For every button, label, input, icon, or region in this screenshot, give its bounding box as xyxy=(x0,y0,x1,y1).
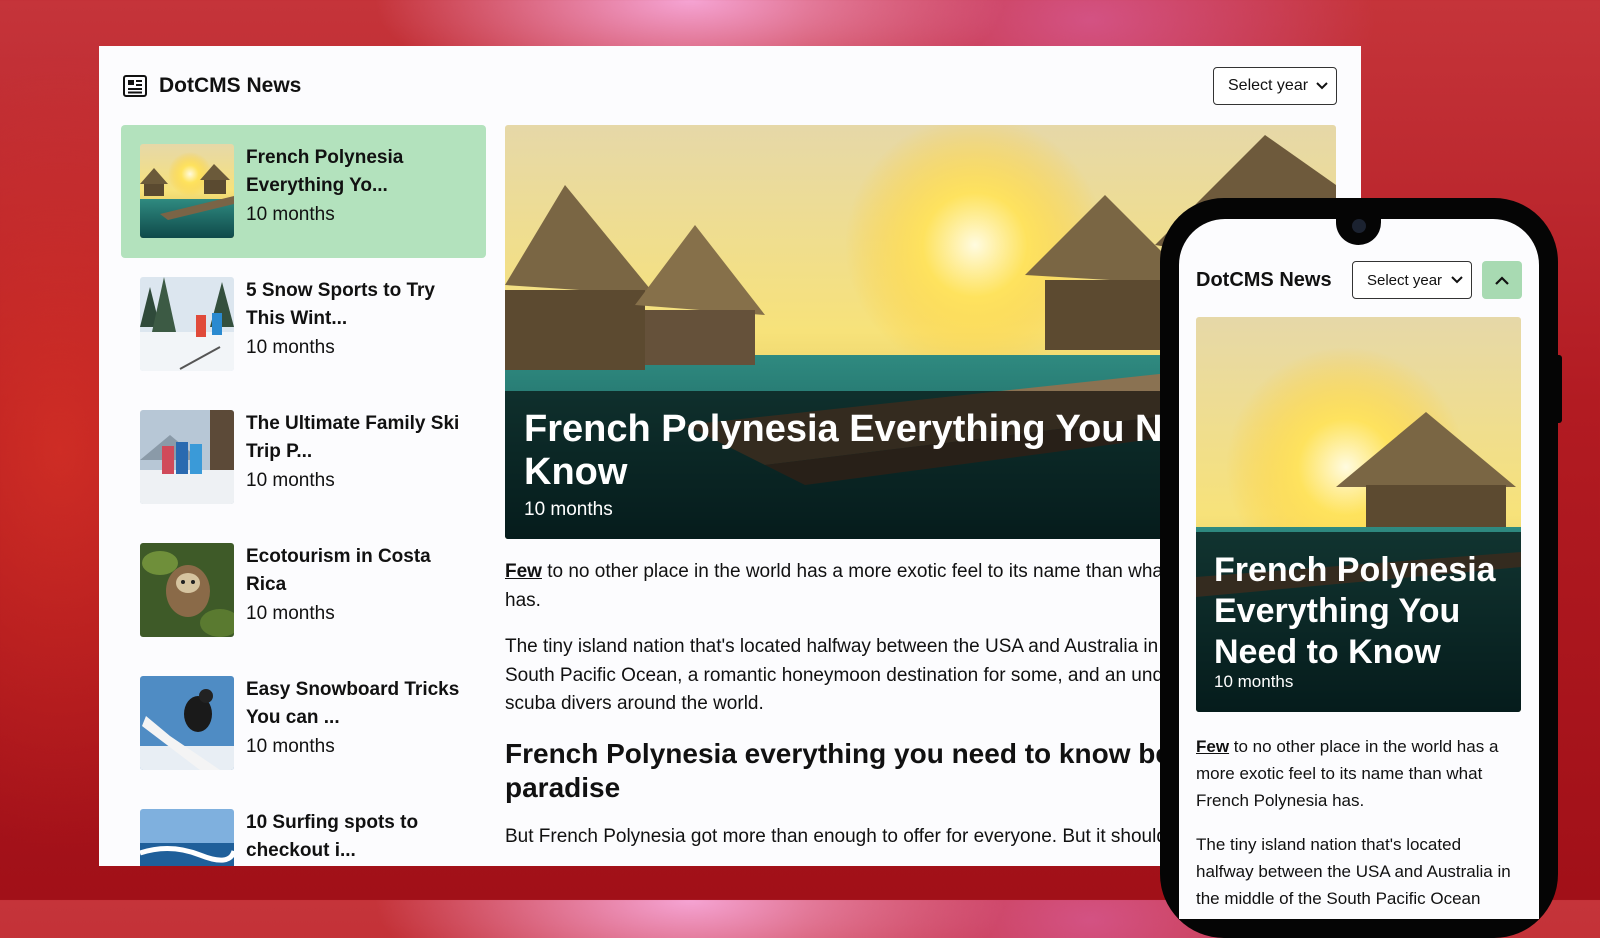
list-item[interactable]: Easy Snowboard Tricks You can ... 10 mon… xyxy=(121,657,486,790)
thumbnail-image xyxy=(140,676,234,770)
article-title: 10 Surfing spots to checkout i... xyxy=(246,812,419,861)
article-time: 10 months xyxy=(246,204,335,225)
list-item[interactable]: French Polynesia Everything Yo... 10 mon… xyxy=(121,125,486,258)
phone-side-button xyxy=(1556,355,1562,423)
article-title: Ecotourism in Costa Rica xyxy=(246,546,431,595)
mobile-header: DotCMS News Select year xyxy=(1196,261,1522,299)
chevron-down-icon xyxy=(1316,82,1328,90)
paragraph: Few to no other place in the world has a… xyxy=(1196,733,1521,814)
article-list: French Polynesia Everything Yo... 10 mon… xyxy=(121,125,486,866)
article-time: 10 months xyxy=(246,736,335,757)
camera-icon xyxy=(1352,219,1366,233)
scroll-top-button[interactable] xyxy=(1482,261,1522,299)
app-title: DotCMS News xyxy=(159,74,302,97)
chevron-up-icon xyxy=(1495,275,1509,285)
inline-link[interactable]: Few xyxy=(505,561,542,582)
thumbnail-image xyxy=(140,277,234,371)
inline-link[interactable]: Few xyxy=(1196,737,1229,756)
list-item[interactable]: The Ultimate Family Ski Trip P... 10 mon… xyxy=(121,391,486,524)
list-item[interactable]: Ecotourism in Costa Rica 10 months xyxy=(121,524,486,657)
mobile-article-body: Few to no other place in the world has a… xyxy=(1196,733,1521,919)
mobile-hero: French Polynesia Everything You Need to … xyxy=(1196,317,1521,712)
mobile-app-title: DotCMS News xyxy=(1196,268,1332,291)
article-title: French Polynesia Everything Yo... xyxy=(246,147,404,196)
newspaper-icon xyxy=(123,75,147,97)
header: DotCMS News Select year xyxy=(123,66,1337,106)
article-time: 10 months xyxy=(246,337,335,358)
article-title: Easy Snowboard Tricks You can ... xyxy=(246,679,460,728)
thumbnail-image xyxy=(140,543,234,637)
thumbnail-image xyxy=(140,410,234,504)
list-item[interactable]: 10 Surfing spots to checkout i... xyxy=(121,790,486,866)
mobile-year-select[interactable]: Select year xyxy=(1352,261,1472,299)
list-item[interactable]: 5 Snow Sports to Try This Wint... 10 mon… xyxy=(121,258,486,391)
thumbnail-image xyxy=(140,809,234,866)
article-title: 5 Snow Sports to Try This Wint... xyxy=(246,280,435,329)
mobile-hero-title: French Polynesia Everything You Need to … xyxy=(1214,551,1496,671)
mobile-year-select-value: Select year xyxy=(1367,271,1443,289)
chevron-down-icon xyxy=(1451,276,1463,284)
article-time: 10 months xyxy=(246,603,335,624)
article-title: The Ultimate Family Ski Trip P... xyxy=(246,413,460,462)
year-select-value: Select year xyxy=(1228,77,1309,94)
year-select[interactable]: Select year xyxy=(1213,67,1337,105)
mobile-hero-time: 10 months xyxy=(1214,672,1294,691)
phone-screen: DotCMS News Select year French Polynesia… xyxy=(1179,219,1539,919)
paragraph-text: to no other place in the world has a mor… xyxy=(1196,737,1499,810)
thumbnail-image xyxy=(140,144,234,238)
article-time: 10 months xyxy=(246,470,335,491)
hero-time: 10 months xyxy=(524,499,613,520)
